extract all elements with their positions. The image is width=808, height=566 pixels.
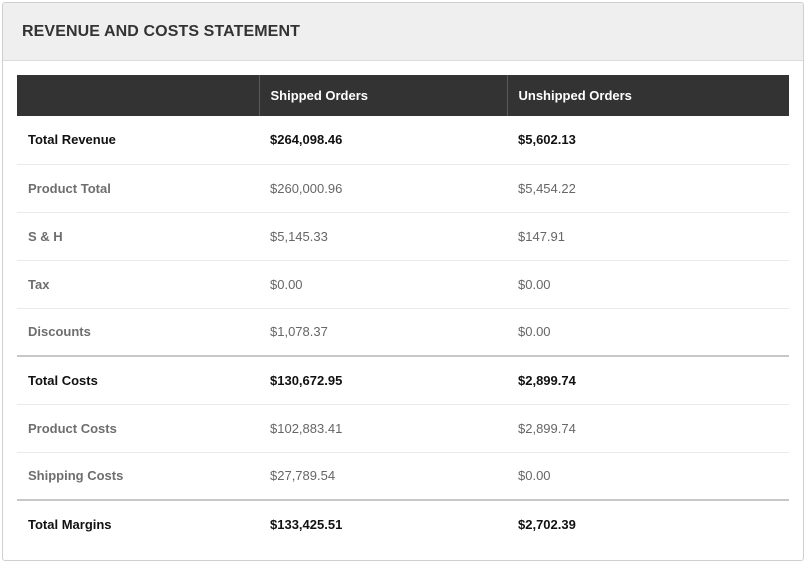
row-label: Total Margins <box>17 499 259 548</box>
panel-title: REVENUE AND COSTS STATEMENT <box>22 22 300 40</box>
row-tax: Tax $0.00 $0.00 <box>17 260 789 309</box>
row-label: Shipping Costs <box>17 452 259 501</box>
shipped-value: $260,000.96 <box>259 164 507 213</box>
column-header-unshipped: Unshipped Orders <box>506 75 789 116</box>
unshipped-value: $0.00 <box>507 308 789 357</box>
row-product-total: Product Total $260,000.96 $5,454.22 <box>17 164 789 213</box>
row-label: Total Costs <box>17 355 259 405</box>
row-total-margins: Total Margins $133,425.51 $2,702.39 <box>17 499 789 548</box>
table-header-row: Shipped Orders Unshipped Orders <box>17 75 789 116</box>
shipped-value: $0.00 <box>259 260 507 309</box>
row-discounts: Discounts $1,078.37 $0.00 <box>17 308 789 357</box>
row-total-costs: Total Costs $130,672.95 $2,899.74 <box>17 355 789 405</box>
column-header-label <box>17 75 259 116</box>
statement-table-container: Shipped Orders Unshipped Orders Total Re… <box>17 75 789 548</box>
row-label: Product Total <box>17 164 259 213</box>
row-s-and-h: S & H $5,145.33 $147.91 <box>17 212 789 261</box>
row-total-revenue: Total Revenue $264,098.46 $5,602.13 <box>17 116 789 165</box>
unshipped-value: $5,454.22 <box>507 164 789 213</box>
unshipped-value: $2,899.74 <box>507 355 789 405</box>
shipped-value: $5,145.33 <box>259 212 507 261</box>
unshipped-value: $0.00 <box>507 452 789 501</box>
unshipped-value: $147.91 <box>507 212 789 261</box>
row-shipping-costs: Shipping Costs $27,789.54 $0.00 <box>17 452 789 501</box>
shipped-value: $133,425.51 <box>259 499 507 548</box>
column-header-shipped: Shipped Orders <box>258 75 507 116</box>
shipped-value: $27,789.54 <box>259 452 507 501</box>
shipped-value: $102,883.41 <box>259 404 507 453</box>
shipped-value: $130,672.95 <box>259 355 507 405</box>
row-label: Total Revenue <box>17 116 259 165</box>
revenue-costs-panel: REVENUE AND COSTS STATEMENT Shipped Orde… <box>2 2 804 561</box>
row-label: Tax <box>17 260 259 309</box>
unshipped-value: $5,602.13 <box>507 116 789 165</box>
row-label: Product Costs <box>17 404 259 453</box>
row-label: S & H <box>17 212 259 261</box>
panel-header: REVENUE AND COSTS STATEMENT <box>3 3 803 61</box>
shipped-value: $1,078.37 <box>259 308 507 357</box>
row-label: Discounts <box>17 308 259 357</box>
unshipped-value: $2,702.39 <box>507 499 789 548</box>
unshipped-value: $0.00 <box>507 260 789 309</box>
unshipped-value: $2,899.74 <box>507 404 789 453</box>
shipped-value: $264,098.46 <box>259 116 507 165</box>
statement-table: Shipped Orders Unshipped Orders Total Re… <box>17 75 789 548</box>
row-product-costs: Product Costs $102,883.41 $2,899.74 <box>17 404 789 453</box>
